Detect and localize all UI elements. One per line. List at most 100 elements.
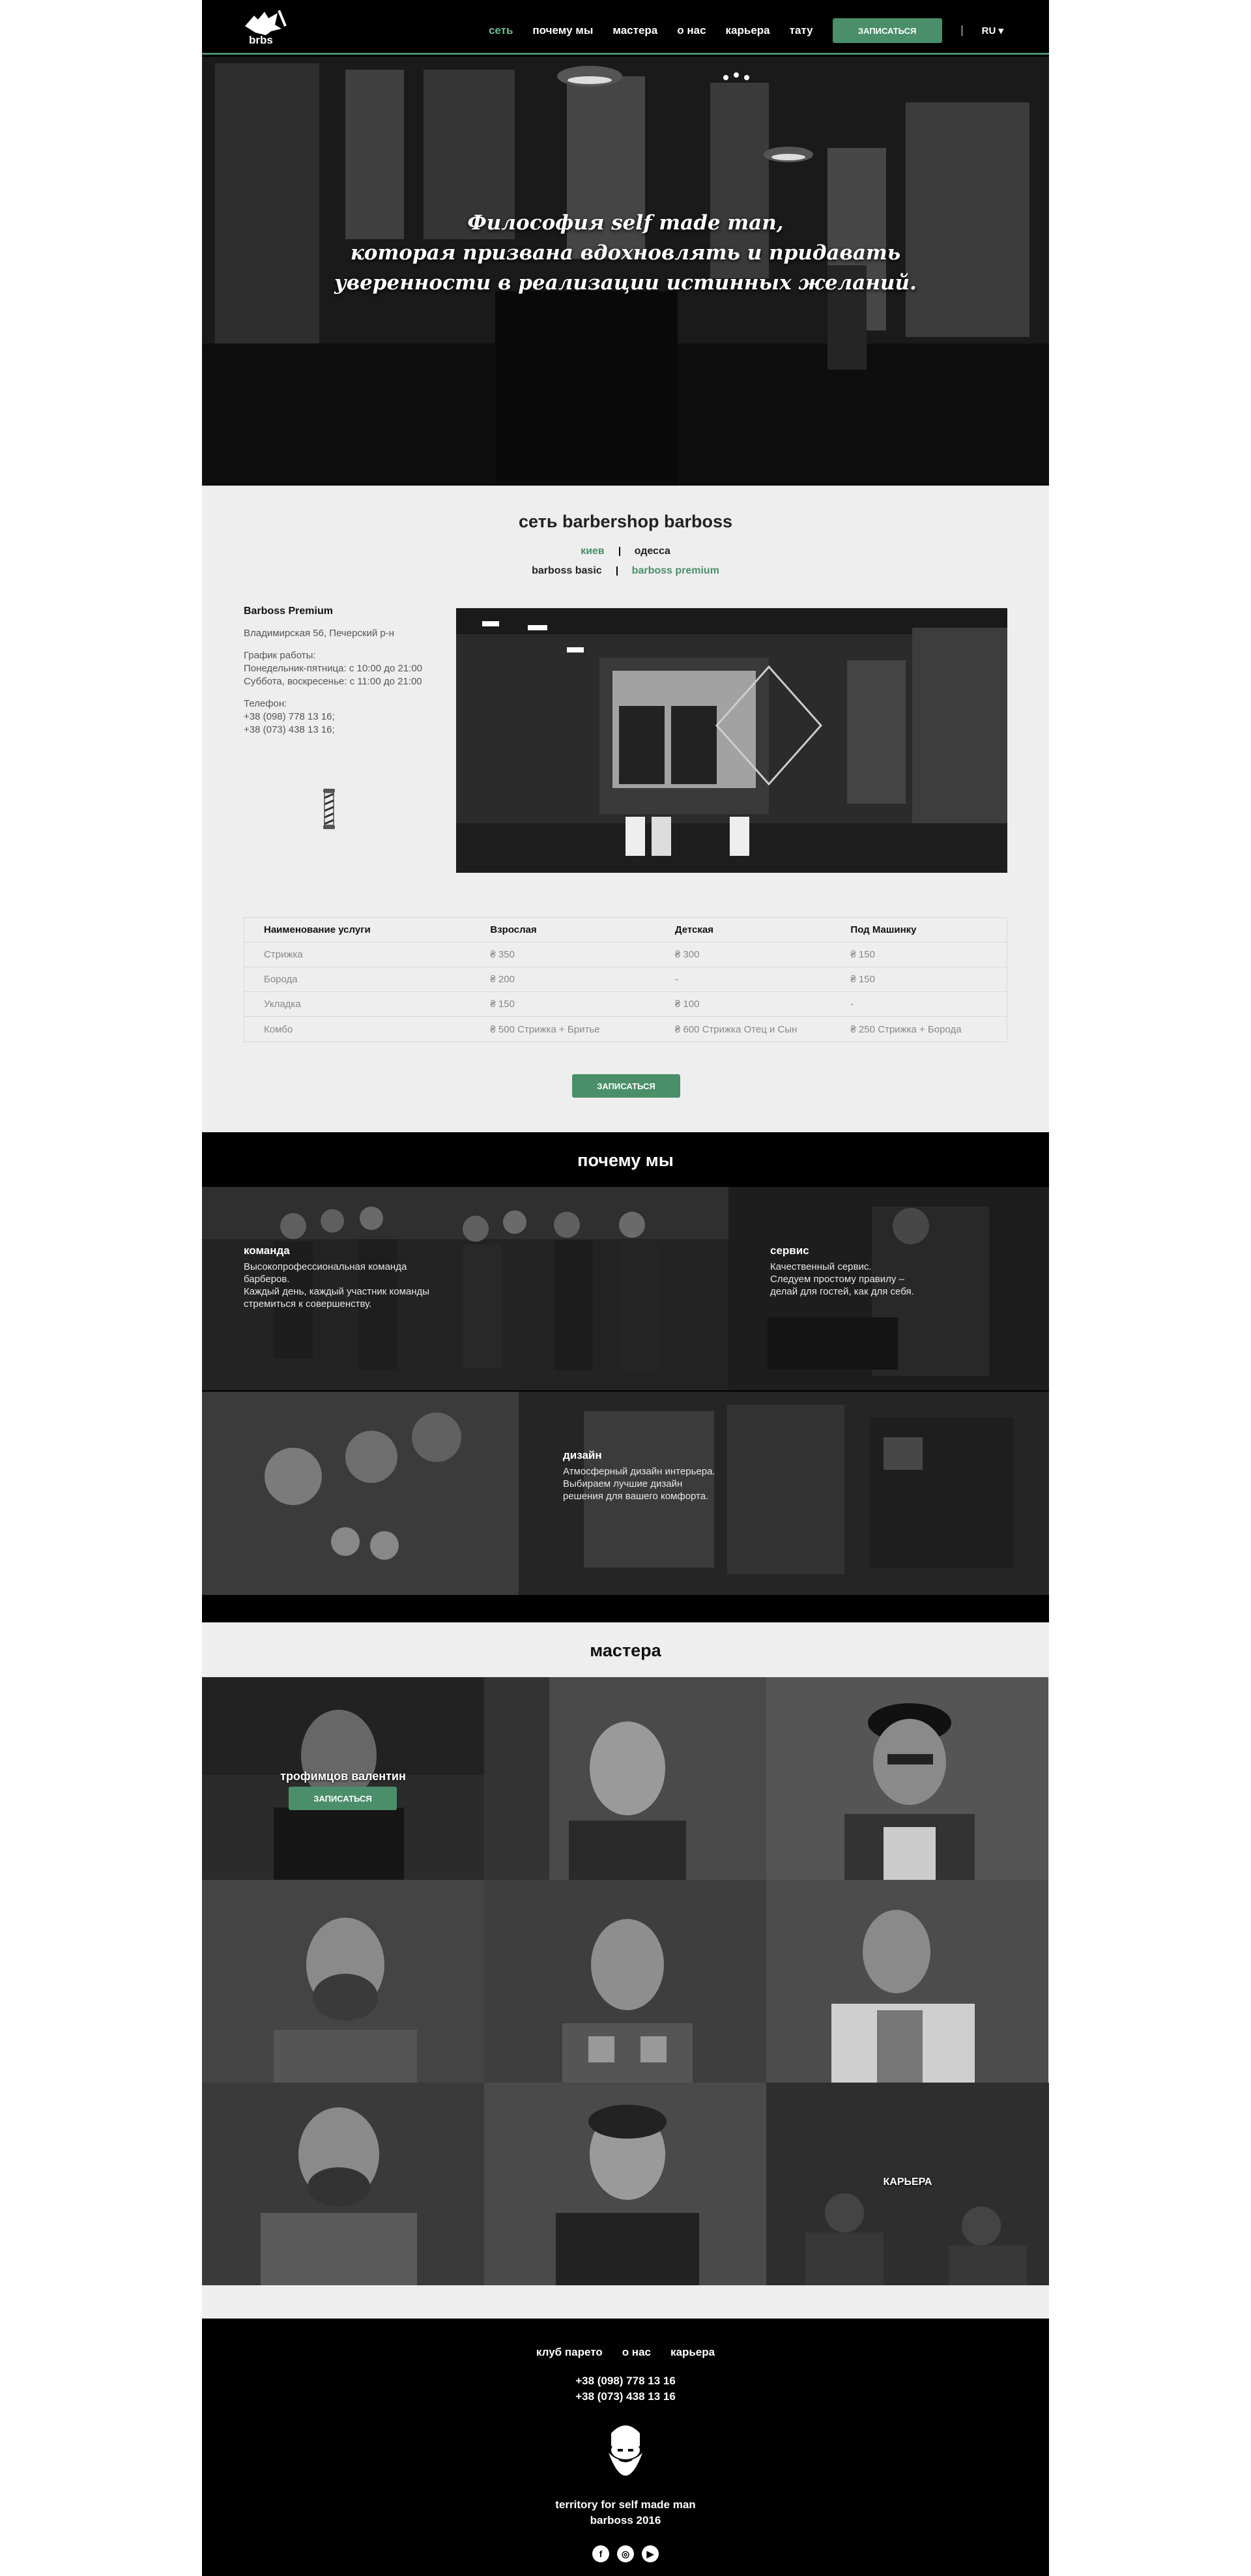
- master-photo: [202, 2083, 484, 2285]
- master-name: трофимцов валентин: [280, 1770, 406, 1783]
- city-divider: [618, 547, 620, 556]
- table-cell: ₴ 100: [674, 999, 700, 1010]
- network-section: сеть barbershop barboss киев одесса barb…: [202, 486, 1049, 1132]
- table-row: Комбо ₴ 500 Стрижка + Бритье ₴ 600 Стриж…: [244, 1017, 1007, 1042]
- hero-quote-line: уверенности в реализации истинных желани…: [334, 271, 917, 295]
- table-row: Борода ₴ 200 - ₴ 150: [244, 967, 1007, 992]
- master-photo: [202, 1880, 484, 2083]
- table-cell: Борода: [264, 974, 298, 985]
- table-cell: ₴ 200: [490, 974, 515, 985]
- shop-info: Barboss Premium Владимирская 56, Печерск…: [244, 605, 439, 746]
- team-text: Каждый день, каждый участник команды: [244, 1286, 430, 1297]
- career-card[interactable]: КАРЬЕРА: [766, 2083, 1049, 2285]
- shop-interior-photo: [456, 608, 1007, 873]
- column-header: Под Машинку: [850, 924, 917, 935]
- masters-section: мастера трофимцов валентин ЗАПИСАТЬСЯ КА…: [202, 1622, 1049, 2319]
- nav-item-network[interactable]: сеть: [489, 24, 513, 37]
- footer-links: клуб парето о нас карьера: [202, 2346, 1049, 2359]
- shop-tabs: barboss basic barboss premium: [202, 565, 1049, 577]
- service-text: делай для гостей, как для себя.: [770, 1286, 914, 1297]
- team-tile: команда Высокопрофессиональная команда б…: [202, 1187, 728, 1390]
- footer-phone[interactable]: +38 (098) 778 13 16: [202, 2375, 1049, 2388]
- career-label: КАРЬЕРА: [883, 2176, 932, 2188]
- nav-item-career[interactable]: карьера: [726, 24, 770, 37]
- why-us-section: почему мы команда Высокопрофессиональная…: [202, 1132, 1049, 1622]
- hours-weekend: Суббота, воскресенье: с 11:00 до 21:00: [244, 676, 422, 687]
- table-cell: Укладка: [264, 999, 301, 1010]
- shop-name: Barboss Premium: [244, 606, 333, 617]
- table-cell: ₴ 250 Стрижка + Борода: [850, 1023, 962, 1035]
- network-book-button[interactable]: ЗАПИСАТЬСЯ: [572, 1074, 680, 1098]
- phone-title: Телефон:: [244, 698, 287, 709]
- phone-number[interactable]: +38 (073) 438 13 16;: [244, 724, 439, 737]
- master-card[interactable]: [766, 1880, 1048, 2083]
- hero-quote-line: Философия self made man,: [467, 211, 784, 235]
- table-cell: ₴ 150: [490, 999, 515, 1010]
- hours-title: График работы:: [244, 650, 316, 661]
- master-card[interactable]: [766, 1677, 1048, 1880]
- facebook-icon[interactable]: f: [592, 2545, 609, 2562]
- language-select[interactable]: RU ▾: [982, 25, 1003, 37]
- master-photo: [484, 1880, 766, 2083]
- city-tab-odesa[interactable]: одесса: [635, 546, 670, 557]
- masters-title: мастера: [590, 1641, 661, 1660]
- shop-tab-basic[interactable]: barboss basic: [532, 565, 602, 577]
- logo-text: brbs: [249, 34, 273, 46]
- table-cell: ₴ 150: [850, 974, 875, 985]
- page: brbs сеть почему мы мастера о нас карьер…: [202, 0, 1049, 2576]
- site-footer: клуб парето о нас карьера +38 (098) 778 …: [202, 2319, 1049, 2576]
- social-links: f ◎ ▶: [202, 2545, 1049, 2562]
- hero-quote: Философия self made man, которая призван…: [202, 208, 1049, 298]
- footer-phone[interactable]: +38 (073) 438 13 16: [202, 2390, 1049, 2403]
- table-cell: -: [850, 999, 854, 1010]
- shop-tab-premium[interactable]: barboss premium: [632, 565, 719, 577]
- design-text: Выбираем лучшие дизайн: [563, 1478, 683, 1489]
- nav-item-about[interactable]: о нас: [677, 24, 706, 37]
- master-card[interactable]: трофимцов валентин ЗАПИСАТЬСЯ: [202, 1677, 484, 1880]
- master-card[interactable]: [202, 1880, 484, 2083]
- shop-hours: График работы: Понедельник-пятница: с 10…: [244, 649, 439, 688]
- service-text: Качественный сервис.: [770, 1261, 872, 1272]
- footer-link-about[interactable]: о нас: [622, 2346, 651, 2359]
- design-title: дизайн: [563, 1449, 602, 1461]
- service-caption: сервис Качественный сервис. Следуем прос…: [770, 1244, 914, 1298]
- footer-link-club[interactable]: клуб парето: [536, 2346, 603, 2359]
- master-card[interactable]: [484, 1880, 766, 2083]
- design-tile: дизайн Атмосферный дизайн интерьера. Выб…: [519, 1392, 1049, 1595]
- column-header: Наименование услуги: [264, 924, 371, 935]
- footer-link-career[interactable]: карьера: [670, 2346, 715, 2359]
- design-text: решения для вашего комфорта.: [563, 1491, 709, 1502]
- hero-section: Философия self made man, которая призван…: [202, 57, 1049, 486]
- table-cell: ₴ 350: [490, 949, 515, 960]
- hours-weekdays: Понедельник-пятница: с 10:00 до 21:00: [244, 663, 423, 674]
- shop-phones: Телефон: +38 (098) 778 13 16; +38 (073) …: [244, 697, 439, 737]
- main-nav: сеть почему мы мастера о нас карьера тат…: [489, 18, 1003, 43]
- barber-pole-icon: [323, 789, 335, 829]
- table-cell: ₴ 500 Стрижка + Бритье: [490, 1023, 600, 1035]
- column-header: Детская: [674, 924, 713, 935]
- price-table: Наименование услуги Взрослая Детская Под…: [244, 917, 1007, 1042]
- price-table-header: Наименование услуги Взрослая Детская Под…: [244, 918, 1007, 943]
- instagram-icon[interactable]: ◎: [617, 2545, 634, 2562]
- shop-divider: [616, 566, 618, 576]
- nav-item-tattoo[interactable]: тату: [790, 24, 813, 37]
- master-card[interactable]: [484, 1677, 766, 1880]
- city-tabs: киев одесса: [202, 546, 1049, 557]
- footer-year: barboss 2016: [590, 2514, 661, 2526]
- header-book-button[interactable]: ЗАПИСАТЬСЯ: [832, 18, 942, 43]
- master-photo: [484, 1677, 766, 1880]
- table-row: Укладка ₴ 150 ₴ 100 -: [244, 992, 1007, 1017]
- nav-item-masters[interactable]: мастера: [612, 24, 657, 37]
- table-cell: Комбо: [264, 1023, 293, 1035]
- city-tab-kyiv[interactable]: киев: [581, 546, 605, 557]
- nav-item-why-us[interactable]: почему мы: [532, 24, 593, 37]
- team-text: барберов.: [244, 1274, 290, 1285]
- site-header: brbs сеть почему мы мастера о нас карьер…: [202, 0, 1049, 55]
- phone-number[interactable]: +38 (098) 778 13 16;: [244, 710, 439, 724]
- master-book-button[interactable]: ЗАПИСАТЬСЯ: [289, 1787, 397, 1810]
- master-card[interactable]: [484, 2083, 766, 2285]
- team-text: Высокопрофессиональная команда: [244, 1261, 407, 1272]
- master-card[interactable]: [202, 2083, 484, 2285]
- youtube-icon[interactable]: ▶: [642, 2545, 659, 2562]
- clients-tile: [202, 1392, 519, 1595]
